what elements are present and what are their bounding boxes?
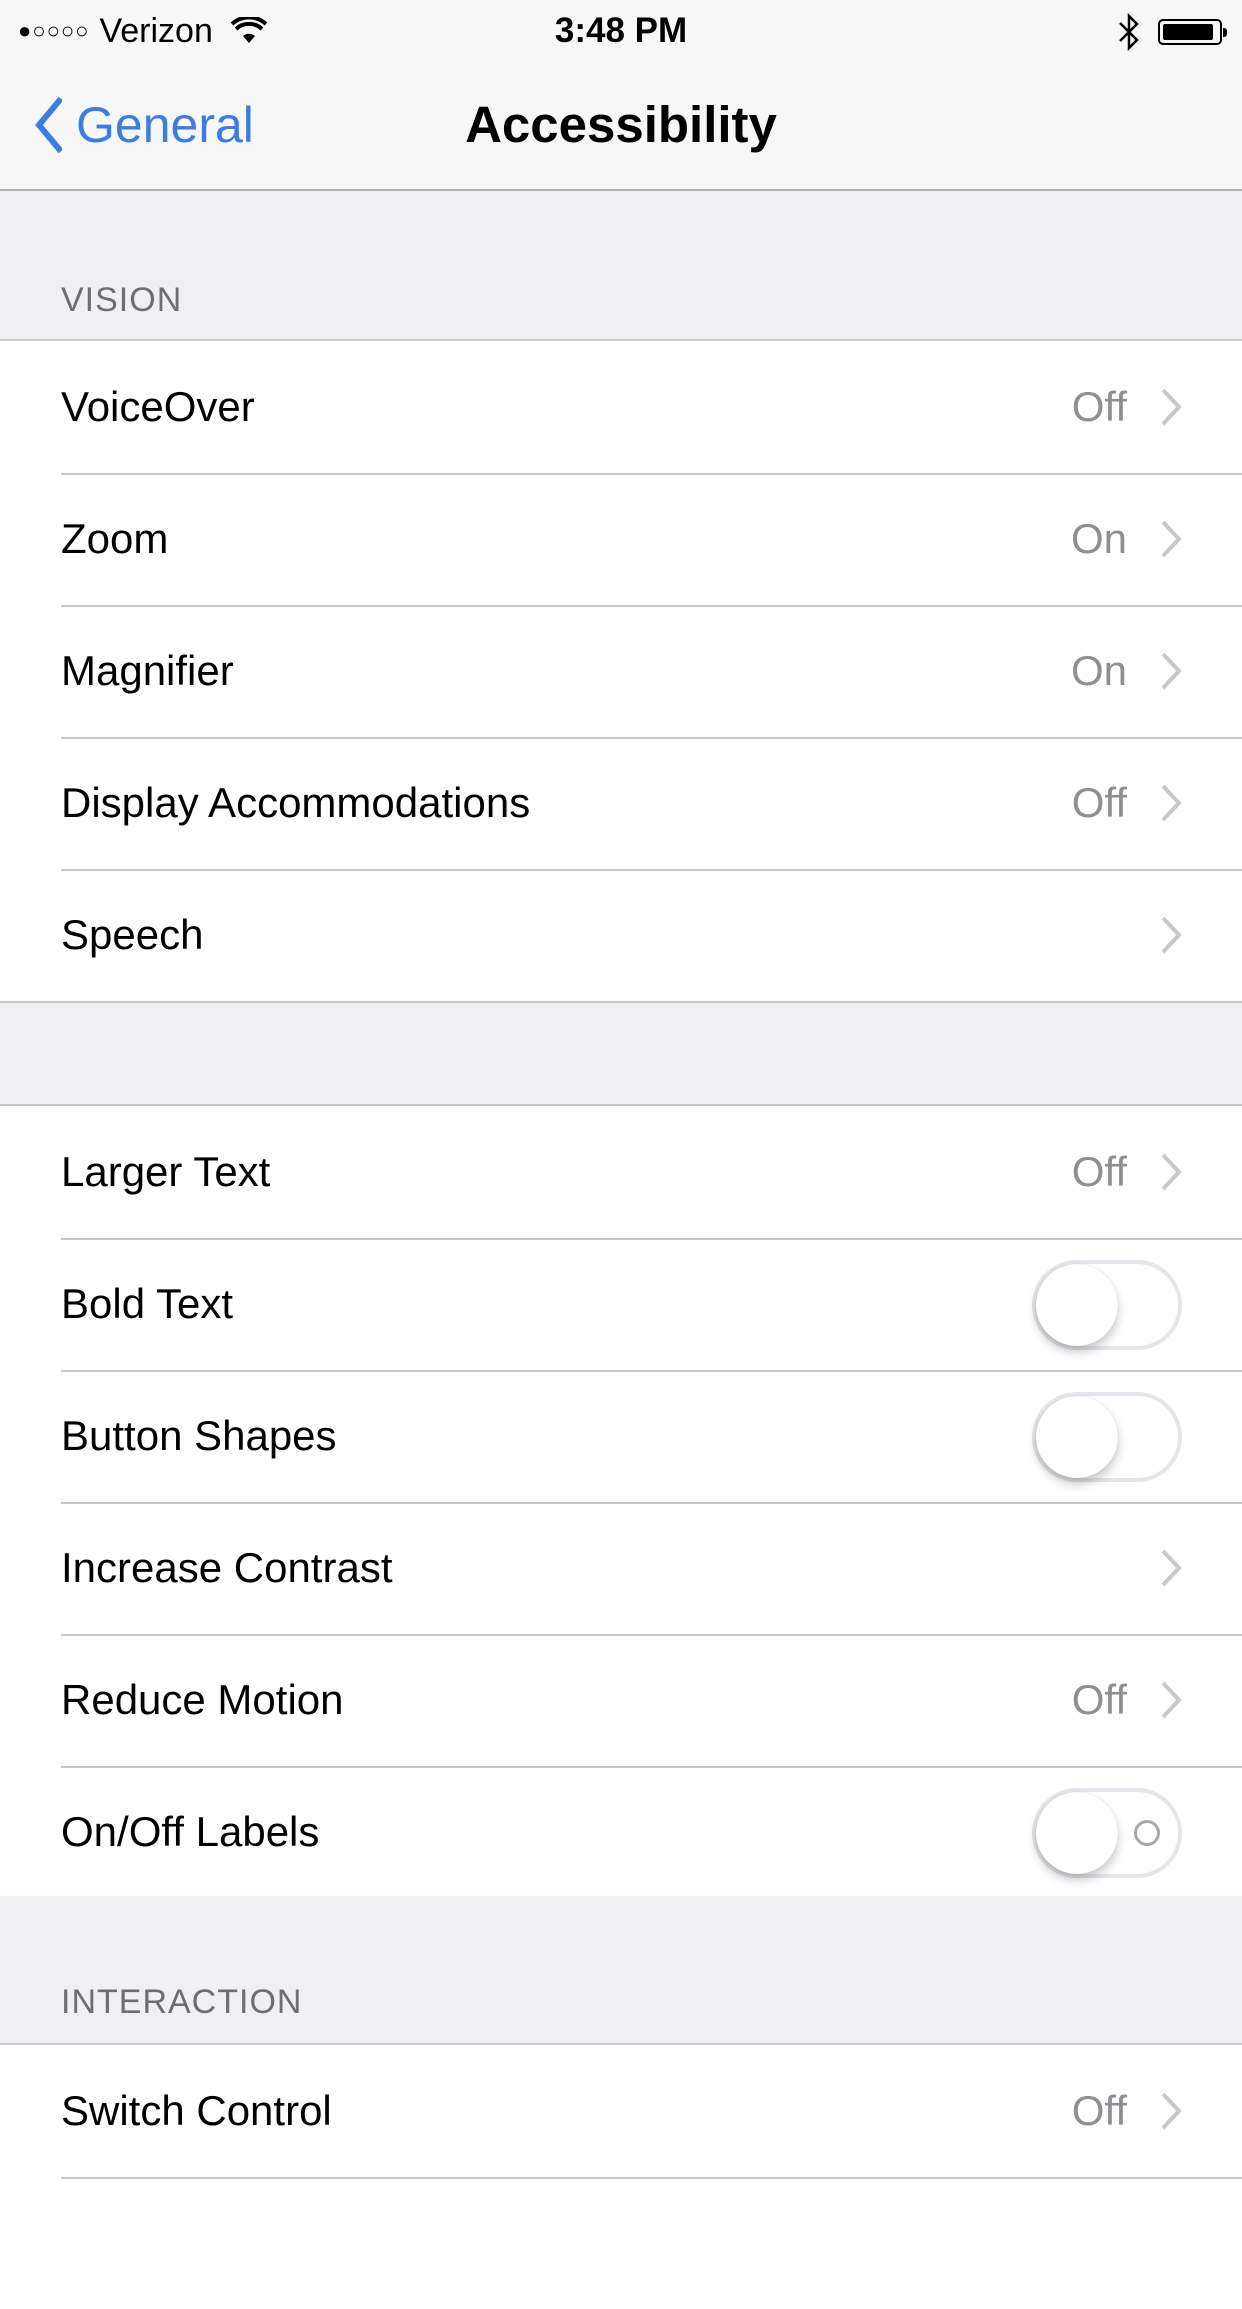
- toggle-knob: [1036, 1792, 1118, 1874]
- group-interaction: Switch Control Off: [0, 2043, 1242, 2309]
- row-label: Display Accommodations: [61, 779, 531, 826]
- row-reduce-motion[interactable]: Reduce Motion Off: [0, 1634, 1242, 1766]
- status-right: [1118, 10, 1227, 54]
- row-label: On/Off Labels: [61, 1808, 320, 1855]
- row-value: Off: [1071, 2087, 1127, 2134]
- page-title: Accessibility: [465, 96, 777, 153]
- row-on-off-labels: On/Off Labels: [0, 1766, 1242, 1898]
- row-label: Button Shapes: [61, 1412, 337, 1459]
- row-next-partial: [0, 2177, 1242, 2309]
- status-time: 3:48 PM: [554, 11, 688, 50]
- toggle-knob: [1036, 1264, 1118, 1346]
- section-header-vision: VISION: [0, 191, 1242, 339]
- row-switch-control[interactable]: Switch Control Off: [0, 2045, 1242, 2177]
- toggle-knob: [1036, 1396, 1118, 1478]
- row-label: Speech: [61, 911, 204, 958]
- row-magnifier[interactable]: Magnifier On: [0, 605, 1242, 737]
- chevron-right-icon: [1161, 1549, 1182, 1587]
- row-value: Off: [1071, 1148, 1127, 1195]
- row-label: Magnifier: [61, 647, 234, 694]
- row-display-accommodations[interactable]: Display Accommodations Off: [0, 737, 1242, 869]
- row-label: Increase Contrast: [61, 1544, 393, 1591]
- chevron-right-icon: [1161, 652, 1182, 690]
- row-value: Off: [1071, 779, 1127, 826]
- row-label: VoiceOver: [61, 383, 255, 430]
- on-off-labels-toggle[interactable]: [1032, 1788, 1182, 1878]
- status-bar: ●○○○○ Verizon 3:48 PM: [0, 0, 1242, 62]
- row-increase-contrast[interactable]: Increase Contrast: [0, 1502, 1242, 1634]
- row-label: Reduce Motion: [61, 1676, 344, 1723]
- row-value: On: [1070, 515, 1127, 562]
- row-value: Off: [1071, 383, 1127, 430]
- row-label: Larger Text: [61, 1148, 271, 1195]
- chevron-right-icon: [1161, 2092, 1182, 2130]
- bluetooth-icon: [1119, 13, 1139, 51]
- row-bold-text: Bold Text: [0, 1238, 1242, 1370]
- toggle-off-circle-icon: [1134, 1820, 1160, 1846]
- row-value: On: [1070, 647, 1127, 694]
- chevron-right-icon: [1161, 520, 1182, 558]
- row-label: Switch Control: [61, 2087, 332, 2134]
- chevron-right-icon: [1161, 388, 1182, 426]
- row-speech[interactable]: Speech: [0, 869, 1242, 1001]
- group-vision: VoiceOver Off Zoom On Magnifier On Displ…: [0, 339, 1242, 1003]
- chevron-right-icon: [1161, 916, 1182, 954]
- row-zoom[interactable]: Zoom On: [0, 473, 1242, 605]
- row-button-shapes: Button Shapes: [0, 1370, 1242, 1502]
- navigation-bar: General Accessibility: [0, 62, 1242, 191]
- chevron-right-icon: [1161, 1153, 1182, 1191]
- battery-level: [1163, 24, 1213, 40]
- group-display: Larger Text Off Bold Text Button Shapes …: [0, 1104, 1242, 1900]
- row-label: Bold Text: [61, 1280, 233, 1327]
- button-shapes-toggle[interactable]: [1032, 1392, 1182, 1482]
- bold-text-toggle[interactable]: [1032, 1260, 1182, 1350]
- row-voiceover[interactable]: VoiceOver Off: [0, 341, 1242, 473]
- row-larger-text[interactable]: Larger Text Off: [0, 1106, 1242, 1238]
- row-value: Off: [1071, 1676, 1127, 1723]
- chevron-right-icon: [1161, 1681, 1182, 1719]
- section-header-interaction: INTERACTION: [0, 1896, 1242, 2044]
- row-label: Zoom: [61, 515, 169, 562]
- chevron-right-icon: [1161, 784, 1182, 822]
- battery-icon: [1158, 19, 1227, 45]
